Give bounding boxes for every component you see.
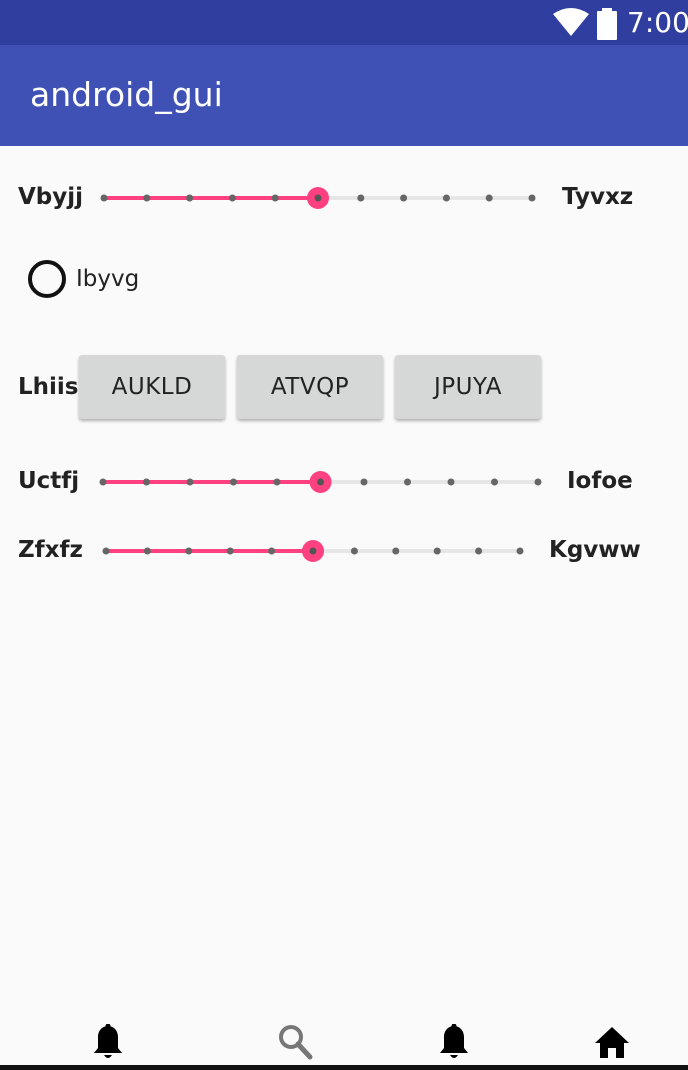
seekbar-tick [447, 478, 455, 486]
seekbar-tick [268, 547, 276, 555]
jpuya-button[interactable]: JPUYA [395, 355, 541, 419]
seekbar-tick [404, 478, 411, 486]
seekbar-tick [273, 478, 281, 486]
seekbar-tick [485, 194, 493, 202]
navigation-bar-edge [0, 1065, 688, 1070]
status-bar: 7:00 [0, 0, 688, 45]
seekbar-tick [357, 194, 365, 202]
search-icon[interactable] [278, 1024, 314, 1062]
seekbar-tick [100, 194, 108, 202]
seekbar-tick [143, 478, 150, 486]
seekbar-thumb-dot [309, 547, 317, 555]
status-time: 7:00 [627, 6, 688, 39]
seekbar-tick [442, 194, 450, 202]
seekbar-tick [99, 478, 107, 486]
radio-ring [28, 260, 66, 298]
seekbar-tick [516, 547, 524, 555]
bottom-navigation [0, 1016, 688, 1070]
seekbar-2-end-label: Iofoe [567, 468, 633, 494]
seekbar-1-end-label: Tyvxz [562, 184, 634, 210]
seekbar-tick [186, 478, 194, 486]
app-bar: android_gui [0, 45, 688, 146]
seekbar-tick [185, 547, 193, 555]
seekbar-tick [226, 547, 234, 555]
app-title: android_gui [30, 75, 223, 114]
seekbar-tick [475, 547, 483, 555]
radio-label[interactable]: Ibyvg [76, 264, 139, 294]
seekbar-tick [528, 194, 536, 202]
atvqp-button[interactable]: ATVQP [237, 355, 383, 419]
seekbar-tick [143, 547, 151, 555]
seekbar-tick [230, 478, 237, 486]
aukld-button[interactable]: AUKLD [79, 355, 225, 419]
seekbar-tick [392, 547, 400, 555]
wifi-icon [553, 8, 589, 36]
seekbar-tick [271, 194, 279, 202]
seekbar-thumb-dot [314, 194, 322, 202]
seekbar-tick [228, 194, 236, 202]
radio-button[interactable] [28, 260, 66, 298]
seekbar-tick [491, 478, 498, 486]
seekbar-thumb-dot [317, 478, 324, 486]
seekbar-tick [534, 478, 542, 486]
bell-icon[interactable] [438, 1024, 470, 1062]
home-icon[interactable] [594, 1024, 630, 1062]
battery-icon [597, 8, 617, 40]
seekbar-tick [143, 194, 151, 202]
seekbar-tick [102, 547, 110, 555]
button-row-label: Lhiis [18, 374, 79, 400]
seekbar-tick [360, 478, 368, 486]
seekbar-3-end-label: Kgvww [549, 537, 641, 563]
seekbar-tick [350, 547, 358, 555]
bell-icon[interactable] [92, 1024, 124, 1062]
seekbar-tick [433, 547, 441, 555]
seekbar-tick [400, 194, 408, 202]
seekbar-tick [186, 194, 194, 202]
